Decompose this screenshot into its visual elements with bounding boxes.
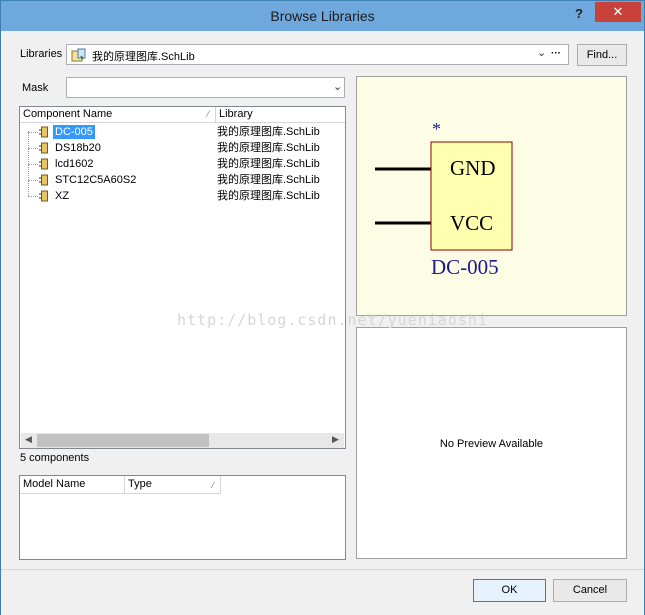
schematic-symbol: GND VCC * DC-005 [375, 119, 513, 279]
libraries-label: Libraries [20, 48, 63, 60]
component-count: 5 components [20, 452, 90, 464]
scroll-right-icon[interactable]: ▶ [332, 434, 339, 445]
scrollbar-thumb[interactable] [37, 434, 209, 447]
close-button[interactable]: ✕ [595, 2, 641, 22]
horizontal-scrollbar[interactable]: ◀ ▶ [21, 433, 344, 448]
component-icon [39, 158, 48, 170]
window-title: Browse Libraries [270, 8, 375, 24]
cancel-button[interactable]: Cancel [553, 579, 627, 602]
component-library: 我的原理图库.SchLib [217, 126, 320, 138]
table-row[interactable]: DC-005 我的原理图库.SchLib [20, 124, 346, 140]
browse-libraries-dialog: Browse Libraries ? ✕ Libraries 我的原理图库.Sc… [0, 0, 645, 615]
libraries-more-button[interactable]: ··· [551, 48, 561, 59]
designator-mark: * [432, 119, 441, 139]
model-list[interactable]: Model Name Type ⁄ [19, 475, 346, 560]
button-bar: OK Cancel [1, 569, 644, 615]
column-header-library[interactable]: Library [216, 107, 345, 123]
component-icon [39, 174, 48, 186]
sort-icon: ⁄ [207, 109, 209, 119]
mask-label: Mask [22, 82, 49, 94]
column-header-type[interactable]: Type ⁄ [125, 476, 221, 494]
column-header-component-name[interactable]: Component Name ⁄ [20, 107, 216, 123]
help-button[interactable]: ? [567, 4, 591, 24]
component-name[interactable]: DS18b20 [53, 141, 103, 155]
scroll-left-icon[interactable]: ◀ [25, 434, 32, 445]
watermark: http://blog.csdn.net/yueniaoshi [177, 311, 488, 329]
column-header-label: Library [219, 108, 253, 120]
component-icon [39, 126, 48, 138]
table-row[interactable]: XZ 我的原理图库.SchLib [20, 188, 346, 204]
ok-button[interactable]: OK [473, 579, 546, 602]
component-name[interactable]: XZ [53, 189, 71, 203]
part-name: DC-005 [431, 255, 499, 279]
table-row[interactable]: STC12C5A60S2 我的原理图库.SchLib [20, 172, 346, 188]
libraries-combo-value: 我的原理图库.SchLib [92, 51, 195, 63]
libraries-combo[interactable]: 我的原理图库.SchLib ⌄ ··· [66, 44, 569, 65]
pin-label: VCC [450, 211, 493, 235]
column-header-model-name[interactable]: Model Name [20, 476, 125, 494]
component-name[interactable]: DC-005 [53, 125, 95, 139]
column-header-label: Model Name [23, 478, 86, 490]
tree-connector [28, 180, 38, 181]
no-preview-text: No Preview Available [439, 438, 544, 450]
component-icon [39, 142, 48, 154]
column-header-label: Type [128, 478, 152, 490]
chevron-down-icon[interactable]: ⌄ [537, 46, 546, 59]
symbol-preview: GND VCC * DC-005 [356, 76, 627, 316]
tree-connector [28, 148, 38, 149]
component-library: 我的原理图库.SchLib [217, 158, 320, 170]
chevron-down-icon[interactable]: ⌄ [333, 80, 342, 93]
tree-connector [28, 196, 38, 197]
sort-icon: ⁄ [212, 480, 214, 490]
component-name[interactable]: lcd1602 [53, 157, 96, 171]
library-file-icon [71, 48, 87, 65]
component-name[interactable]: STC12C5A60S2 [53, 173, 138, 187]
table-row[interactable]: DS18b20 我的原理图库.SchLib [20, 140, 346, 156]
column-header-label: Component Name [23, 108, 113, 120]
tree-connector [28, 164, 38, 165]
find-button[interactable]: Find... [577, 44, 627, 66]
model-preview: No Preview Available [356, 327, 627, 559]
tree-connector [28, 132, 38, 133]
component-library: 我的原理图库.SchLib [217, 190, 320, 202]
component-library: 我的原理图库.SchLib [217, 174, 320, 186]
title-bar: Browse Libraries ? ✕ [1, 1, 644, 31]
component-icon [39, 190, 48, 202]
component-library: 我的原理图库.SchLib [217, 142, 320, 154]
mask-combo[interactable]: ⌄ [66, 77, 345, 98]
table-row[interactable]: lcd1602 我的原理图库.SchLib [20, 156, 346, 172]
pin-label: GND [450, 156, 496, 180]
component-list[interactable]: Component Name ⁄ Library DC-005 我的原理图库.Sc… [19, 106, 346, 449]
